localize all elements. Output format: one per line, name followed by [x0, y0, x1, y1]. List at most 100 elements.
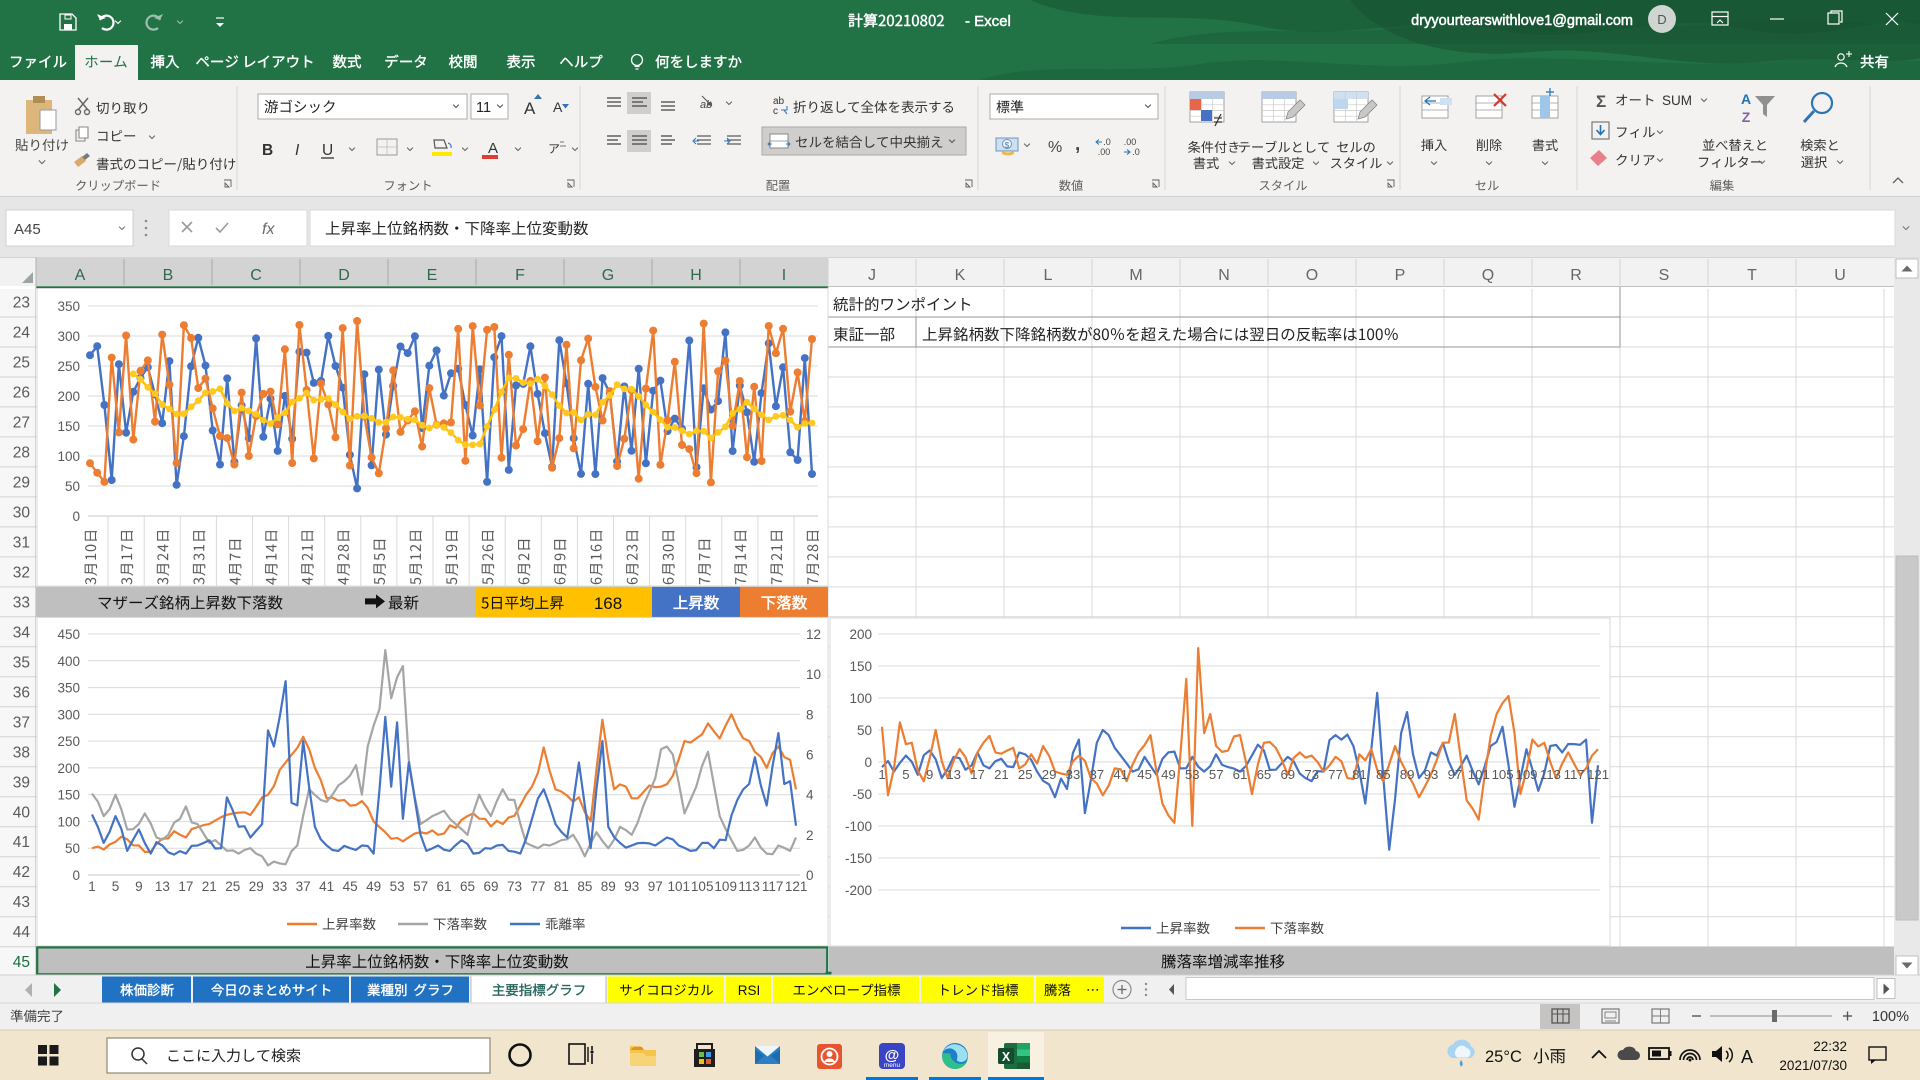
- svg-text:100: 100: [57, 449, 80, 464]
- svg-text:U: U: [1834, 267, 1846, 284]
- svg-text:105: 105: [691, 879, 714, 894]
- svg-text:35: 35: [13, 654, 30, 671]
- svg-text:8: 8: [806, 707, 814, 722]
- svg-text:6: 6: [806, 748, 814, 763]
- svg-text:X: X: [1002, 1050, 1011, 1064]
- svg-text:50: 50: [857, 723, 872, 738]
- svg-text:9: 9: [135, 879, 143, 894]
- svg-text:100%: 100%: [1872, 1009, 1909, 1025]
- svg-text:.00: .00: [1124, 137, 1137, 147]
- svg-text:50: 50: [65, 841, 80, 856]
- svg-text:45: 45: [343, 879, 358, 894]
- svg-text:50: 50: [65, 479, 80, 494]
- svg-text:34: 34: [13, 624, 31, 641]
- svg-text:5: 5: [112, 879, 120, 894]
- svg-text:37: 37: [1089, 767, 1104, 782]
- svg-text:121: 121: [1587, 767, 1609, 782]
- svg-text:I: I: [295, 142, 300, 159]
- svg-text:77: 77: [1328, 767, 1343, 782]
- svg-text:200: 200: [849, 627, 872, 642]
- svg-text:T: T: [1747, 267, 1757, 284]
- svg-text:A: A: [1741, 91, 1751, 107]
- svg-text:4: 4: [806, 788, 814, 803]
- svg-text:25: 25: [225, 879, 240, 894]
- svg-text:38: 38: [13, 744, 30, 761]
- svg-text:150: 150: [57, 419, 80, 434]
- svg-text:250: 250: [57, 734, 80, 749]
- svg-text:39: 39: [13, 774, 30, 791]
- svg-text:A: A: [524, 99, 536, 118]
- svg-text:-50: -50: [852, 787, 872, 802]
- svg-text:13: 13: [155, 879, 170, 894]
- svg-text:13: 13: [946, 767, 961, 782]
- svg-text:25°C: 25°C: [1485, 1048, 1522, 1066]
- svg-text:dryyourtearswithlove1@gmail.co: dryyourtearswithlove1@gmail.com: [1411, 13, 1633, 29]
- svg-text:A: A: [488, 140, 498, 157]
- svg-text:H: H: [690, 267, 702, 284]
- svg-text:300: 300: [57, 707, 80, 722]
- svg-text:R: R: [1570, 267, 1582, 284]
- svg-text:29: 29: [1042, 767, 1057, 782]
- svg-text:J: J: [868, 267, 876, 284]
- svg-text:A: A: [553, 99, 563, 115]
- svg-text:93: 93: [1424, 767, 1439, 782]
- svg-text:73: 73: [1304, 767, 1319, 782]
- svg-text:L: L: [1044, 267, 1053, 284]
- svg-text:9: 9: [926, 767, 933, 782]
- svg-text:25: 25: [13, 355, 30, 372]
- svg-text:33: 33: [1066, 767, 1081, 782]
- svg-text:49: 49: [1161, 767, 1176, 782]
- svg-text:49: 49: [366, 879, 381, 894]
- svg-text:65: 65: [1257, 767, 1272, 782]
- svg-text:U: U: [322, 142, 333, 159]
- svg-text:D: D: [1657, 12, 1666, 27]
- svg-text:0: 0: [72, 868, 80, 883]
- svg-text:33: 33: [13, 594, 30, 611]
- svg-text:53: 53: [1185, 767, 1200, 782]
- svg-text:c: c: [773, 106, 778, 117]
- svg-text:1: 1: [878, 767, 885, 782]
- svg-text:5: 5: [902, 767, 909, 782]
- svg-text:101: 101: [668, 879, 691, 894]
- svg-text:31: 31: [13, 534, 30, 551]
- svg-text:%: %: [1048, 139, 1062, 156]
- svg-text:F: F: [515, 267, 525, 284]
- svg-text:450: 450: [57, 627, 80, 642]
- svg-text:89: 89: [601, 879, 616, 894]
- svg-text:,: ,: [1075, 134, 1080, 155]
- svg-text:24: 24: [13, 325, 31, 342]
- svg-text:10: 10: [806, 667, 821, 682]
- svg-text:77: 77: [530, 879, 545, 894]
- svg-text:113: 113: [1540, 767, 1561, 782]
- svg-text:41: 41: [13, 834, 30, 851]
- svg-text:45: 45: [13, 954, 30, 971]
- svg-text:.00: .00: [1098, 147, 1111, 157]
- svg-text:121: 121: [785, 879, 808, 894]
- svg-text:21: 21: [994, 767, 1009, 782]
- svg-text:Σ: Σ: [1596, 92, 1606, 111]
- svg-text:109: 109: [1515, 767, 1537, 782]
- svg-text:300: 300: [57, 329, 80, 344]
- svg-text:- Excel: - Excel: [965, 13, 1011, 30]
- svg-text:S: S: [1659, 267, 1670, 284]
- svg-text:350: 350: [57, 681, 80, 696]
- svg-text:57: 57: [1209, 767, 1224, 782]
- svg-text:12: 12: [806, 627, 821, 642]
- svg-text:81: 81: [554, 879, 569, 894]
- svg-text:36: 36: [13, 684, 30, 701]
- svg-text:28: 28: [13, 444, 30, 461]
- svg-text:33: 33: [272, 879, 287, 894]
- svg-text:200: 200: [57, 761, 80, 776]
- svg-text:O: O: [1306, 267, 1318, 284]
- svg-text:B: B: [262, 142, 273, 159]
- svg-text:25: 25: [1018, 767, 1033, 782]
- svg-text:0: 0: [72, 509, 80, 524]
- svg-text:117: 117: [1564, 767, 1585, 782]
- svg-text:1: 1: [88, 879, 96, 894]
- svg-text:45: 45: [1137, 767, 1152, 782]
- svg-text:41: 41: [319, 879, 334, 894]
- svg-text:29: 29: [249, 879, 264, 894]
- svg-text:N: N: [1218, 267, 1230, 284]
- svg-text:40: 40: [13, 804, 31, 821]
- svg-text:69: 69: [483, 879, 498, 894]
